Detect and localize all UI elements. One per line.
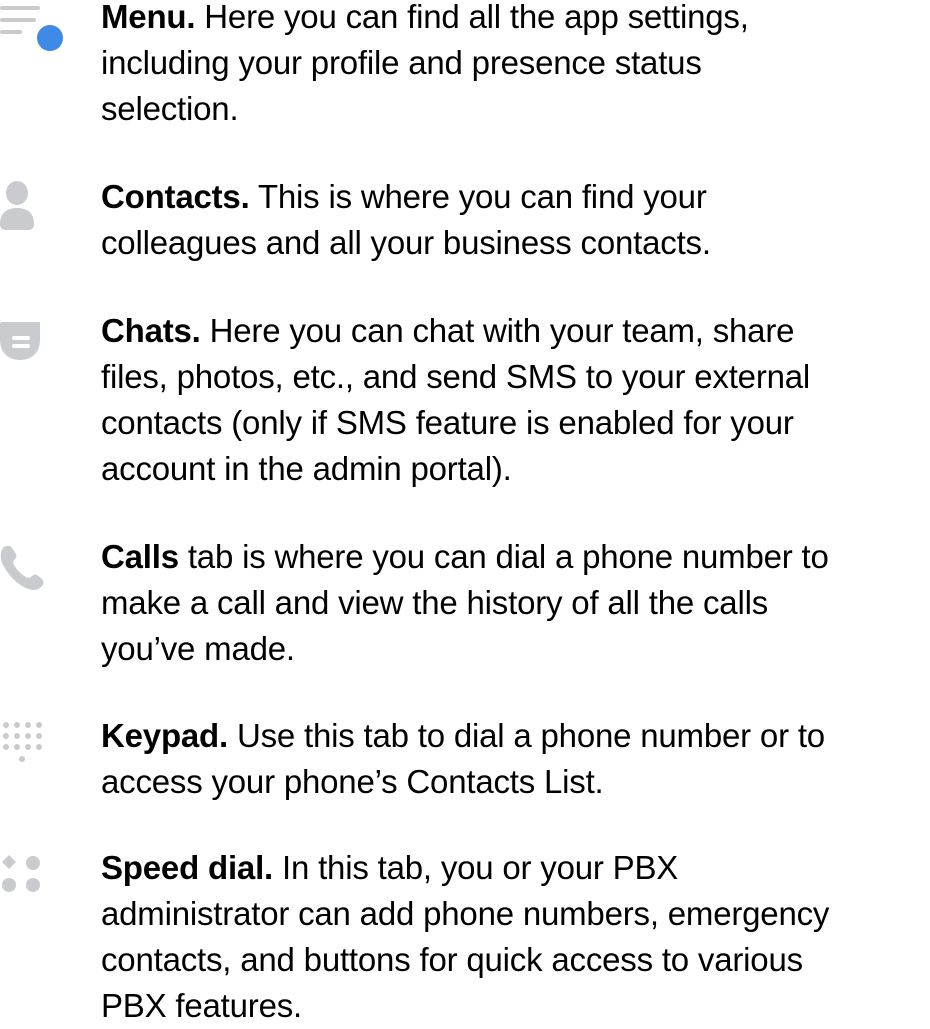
item-description: Chats. Here you can chat with your team,…	[101, 312, 811, 487]
item-term: Calls	[101, 538, 179, 575]
item-description: Menu. Here you can find all the app sett…	[101, 0, 749, 127]
item-description: Contacts. This is where you can find you…	[101, 178, 711, 261]
item-description: Speed dial. In this tab, you or your PBX…	[101, 849, 830, 1024]
speed-dial-icon	[0, 851, 64, 907]
keypad-icon	[0, 719, 64, 775]
item-term: Chats.	[101, 312, 201, 349]
item-term: Speed dial.	[101, 849, 274, 886]
item-description: Calls tab is where you can dial a phone …	[101, 538, 829, 667]
item-term: Contacts.	[101, 178, 250, 215]
calls-icon	[0, 540, 64, 596]
menu-icon	[0, 0, 64, 56]
contacts-icon	[0, 180, 64, 236]
item-term: Keypad.	[101, 717, 228, 754]
item-description: Keypad. Use this tab to dial a phone num…	[101, 717, 825, 800]
chats-icon	[0, 314, 64, 370]
feature-list: Menu. Here you can find all the app sett…	[0, 0, 930, 1024]
item-term: Menu.	[101, 0, 196, 35]
